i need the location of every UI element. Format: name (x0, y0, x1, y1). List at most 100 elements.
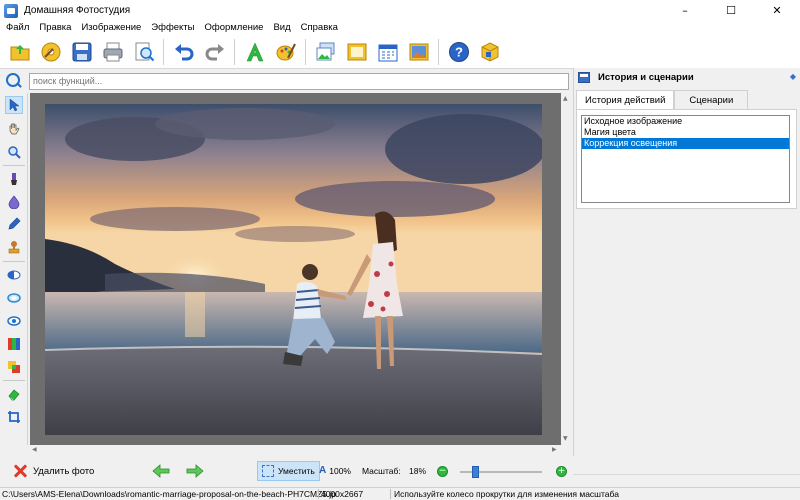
menu-edit[interactable]: Правка (34, 21, 76, 35)
canvas-horizontal-scrollbar[interactable]: ◀ ▶ (30, 445, 572, 455)
tool-pencil[interactable] (5, 215, 23, 233)
photo (45, 104, 542, 435)
search-input[interactable] (29, 72, 569, 90)
history-panel: История и сценарии ◆ История действий Сц… (573, 68, 800, 473)
prev-photo-icon[interactable] (152, 464, 170, 478)
close-button[interactable]: ✕ (754, 0, 800, 21)
preview-button[interactable] (130, 38, 158, 66)
scale-label: Масштаб: (362, 466, 401, 476)
help-button[interactable]: ? (445, 38, 473, 66)
tool-levels[interactable] (5, 335, 23, 353)
svg-text:?: ? (455, 44, 463, 59)
ring-icon (7, 293, 21, 303)
print-button[interactable] (99, 38, 127, 66)
toolbar-separator (163, 38, 164, 65)
maximize-button[interactable]: ☐ (708, 0, 754, 21)
menu-file[interactable]: Файл (1, 21, 34, 35)
tool-zoom[interactable] (5, 143, 23, 161)
print-icon (103, 42, 122, 61)
collage-button[interactable] (405, 38, 433, 66)
box-button[interactable] (476, 38, 504, 66)
contrast-icon (7, 270, 21, 280)
scale-value: 18% (409, 466, 427, 476)
tool-ring[interactable] (5, 289, 23, 307)
canvas-vertical-scrollbar[interactable]: ▲ ▼ (561, 93, 572, 445)
window-title: Домашняя Фотостудия (24, 5, 131, 16)
menu-view[interactable]: Вид (268, 21, 295, 35)
scroll-right-icon[interactable]: ▶ (552, 446, 557, 453)
history-item[interactable]: Исходное изображение (582, 116, 789, 127)
box-icon (481, 41, 498, 62)
search-icon[interactable] (5, 72, 23, 90)
collage-icon (409, 43, 428, 60)
fit-icon (262, 465, 274, 477)
file-path: C:\Users\AMS-Elena\Downloads\romantic-ma… (2, 489, 336, 499)
next-photo-icon[interactable] (186, 464, 204, 478)
tool-eye[interactable] (5, 312, 23, 330)
tab-scenarios[interactable]: Сценарии (674, 90, 749, 109)
zoom-in-button[interactable]: + (556, 466, 567, 477)
collapse-icon[interactable]: ◆ (790, 72, 796, 81)
frame-button[interactable] (343, 38, 371, 66)
menu-design[interactable]: Оформление (199, 21, 268, 35)
levels-icon (8, 338, 20, 350)
color-icon (8, 361, 20, 373)
redo-button[interactable] (201, 38, 229, 66)
palette-button[interactable] (272, 38, 300, 66)
zoom-icon (8, 146, 21, 159)
menu-image[interactable]: Изображение (76, 21, 146, 35)
text-button[interactable] (241, 38, 269, 66)
tool-crop[interactable] (5, 408, 23, 426)
tool-eraser[interactable] (5, 385, 23, 403)
calendar-icon (378, 44, 397, 61)
panel-horizontal-scrollbar[interactable] (573, 474, 800, 483)
frame-icon (347, 43, 366, 60)
plus-icon: + (557, 466, 566, 476)
image-icon (316, 42, 334, 60)
image-canvas[interactable] (30, 93, 561, 445)
toolbar-separator (305, 38, 306, 65)
window-controls: – ☐ ✕ (662, 0, 800, 21)
stamp-icon (8, 241, 20, 254)
pencil-icon (8, 217, 21, 230)
menu-effects[interactable]: Эффекты (146, 21, 199, 35)
zoom-slider-thumb[interactable] (471, 466, 479, 478)
undo-button[interactable] (170, 38, 198, 66)
scroll-up-icon[interactable]: ▲ (563, 95, 568, 102)
tab-history[interactable]: История действий (576, 90, 675, 110)
history-list[interactable]: Исходное изображение Магия цвета Коррекц… (581, 115, 790, 203)
image-size: 4000x2667 (321, 489, 364, 499)
tool-select[interactable] (5, 96, 23, 114)
menu-bar: Файл Правка Изображение Эффекты Оформлен… (0, 21, 800, 35)
zoom-slider[interactable] (460, 466, 542, 478)
history-item-selected[interactable]: Коррекция освещения (582, 138, 789, 149)
save-button[interactable] (68, 38, 96, 66)
menu-help[interactable]: Справка (296, 21, 343, 35)
delete-photo-button[interactable]: Удалить фото (12, 463, 94, 479)
zoom-100-button[interactable]: A 100% (319, 465, 351, 476)
palette-icon (276, 43, 296, 60)
image-button[interactable] (312, 38, 340, 66)
help-icon: ? (448, 41, 469, 62)
tool-hand[interactable] (5, 120, 23, 138)
tool-brush[interactable] (5, 170, 23, 188)
disc-button[interactable] (37, 38, 65, 66)
panel-title: История и сценарии (598, 71, 694, 83)
tool-color[interactable] (5, 358, 23, 376)
tool-contrast[interactable] (5, 266, 23, 284)
scroll-down-icon[interactable]: ▼ (563, 435, 568, 442)
calendar-button[interactable] (374, 38, 402, 66)
tool-stamp[interactable] (5, 238, 23, 256)
open-folder-icon (10, 44, 29, 60)
redo-icon (205, 43, 224, 60)
fit-button[interactable]: Уместить (257, 461, 320, 481)
history-item[interactable]: Магия цвета (582, 127, 789, 138)
search-bar (0, 70, 572, 92)
toolbar-separator (234, 38, 235, 65)
open-button[interactable] (6, 38, 34, 66)
minimize-button[interactable]: – (662, 0, 708, 21)
zoom-out-button[interactable]: − (437, 466, 448, 477)
preview-icon (135, 42, 154, 61)
tool-drop[interactable] (5, 193, 23, 211)
scroll-left-icon[interactable]: ◀ (32, 446, 37, 453)
